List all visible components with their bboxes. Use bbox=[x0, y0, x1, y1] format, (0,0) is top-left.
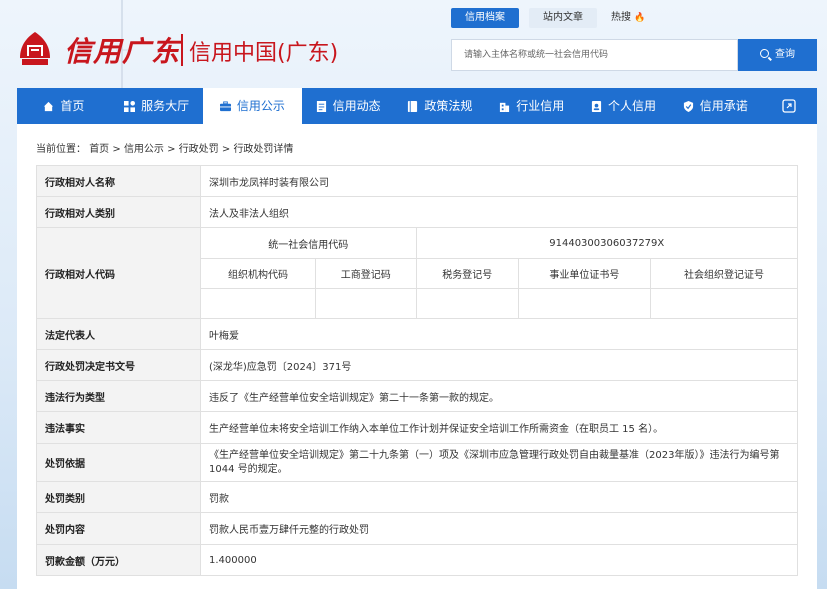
hot-search[interactable]: 热搜 🔥 bbox=[607, 8, 645, 28]
penalty-content-label: 处罚内容 bbox=[36, 512, 201, 545]
nav-label-industry: 行业信用 bbox=[516, 99, 565, 113]
nav-label-home: 首页 bbox=[60, 99, 85, 113]
book-icon bbox=[408, 100, 418, 112]
main-nav: 首页 服务大厅 信用公示 信用动态 政策法规 行业信用 个人信用 信用承诺 bbox=[17, 88, 817, 124]
logo-divider bbox=[181, 34, 183, 66]
business-reg-value bbox=[314, 288, 417, 319]
institution-cert-value bbox=[517, 288, 651, 319]
building-icon bbox=[500, 102, 510, 112]
breadcrumb-home[interactable]: 首页 bbox=[89, 144, 109, 155]
tax-reg-header: 税务登记号 bbox=[415, 258, 519, 289]
table-row: 处罚类别 罚款 bbox=[36, 481, 798, 513]
site-header: 信用广东 信用中国(广东) 信用档案 站内文章 热搜 🔥 请输入主体名称或统一社… bbox=[0, 0, 827, 88]
search-tab-site-articles[interactable]: 站内文章 bbox=[529, 8, 597, 28]
content-panel: 当前位置： 首页 > 信用公示 > 行政处罚 > 行政处罚详情 行政相对人名称 … bbox=[17, 124, 817, 589]
penalty-content-value: 罚款人民币壹万肆仟元整的行政处罚 bbox=[200, 512, 798, 545]
person-card-icon bbox=[591, 100, 602, 112]
logo-script-text: 信用广东 bbox=[64, 35, 181, 68]
nav-label-commitment: 信用承诺 bbox=[699, 99, 748, 113]
home-icon bbox=[44, 101, 54, 111]
table-row: 罚款金额（万元） 1.400000 bbox=[36, 544, 798, 576]
nav-item-policy[interactable]: 政策法规 bbox=[394, 88, 486, 124]
table-row: 违法行为类型 违反了《生产经营单位安全培训规定》第二十一条第一款的规定。 bbox=[36, 380, 798, 412]
search-tabs: 信用档案 站内文章 热搜 🔥 bbox=[451, 8, 645, 28]
violation-type-label: 违法行为类型 bbox=[36, 380, 201, 412]
decision-label: 行政处罚决定书文号 bbox=[36, 349, 201, 381]
violation-fact-value: 生产经营单位未将安全培训工作纳入本单位工作计划并保证安全培训工作所需资金（在职员… bbox=[200, 411, 798, 444]
code-label: 行政相对人代码 bbox=[36, 227, 201, 319]
external-link-icon bbox=[782, 99, 796, 113]
shield-icon bbox=[683, 100, 693, 112]
category-value: 法人及非法人组织 bbox=[200, 196, 798, 228]
penalty-detail-table: 行政相对人名称 深圳市龙凤祥时装有限公司 行政相对人类别 法人及非法人组织 行政… bbox=[36, 165, 799, 576]
search-button-label: 查询 bbox=[775, 49, 795, 60]
table-row: 处罚依据 《生产经营单位安全培训规定》第二十九条第（一）项及《深圳市应急管理行政… bbox=[36, 443, 798, 482]
nav-item-credit-public[interactable]: 信用公示 bbox=[202, 88, 303, 124]
business-reg-header: 工商登记码 bbox=[314, 258, 417, 289]
uscc-label: 统一社会信用代码 bbox=[200, 227, 417, 259]
penalty-type-value: 罚款 bbox=[200, 481, 798, 513]
amount-value: 1.400000 bbox=[200, 544, 798, 576]
name-value: 深圳市龙凤祥时装有限公司 bbox=[200, 165, 798, 197]
search-button[interactable]: 查询 bbox=[738, 39, 817, 71]
breadcrumb-prefix: 当前位置： bbox=[36, 144, 86, 155]
flame-icon: 🔥 bbox=[634, 13, 646, 23]
nav-item-commitment[interactable]: 信用承诺 bbox=[669, 88, 761, 124]
amount-label: 罚款金额（万元） bbox=[36, 544, 201, 576]
rep-label: 法定代表人 bbox=[36, 318, 201, 350]
nav-label-credit-public: 信用公示 bbox=[236, 99, 285, 113]
social-org-header: 社会组织登记证号 bbox=[649, 258, 799, 289]
nav-label-service-hall: 服务大厅 bbox=[141, 99, 190, 113]
name-label: 行政相对人名称 bbox=[36, 165, 201, 197]
category-label: 行政相对人类别 bbox=[36, 196, 201, 228]
nav-item-service-hall[interactable]: 服务大厅 bbox=[111, 88, 203, 124]
search-input[interactable]: 请输入主体名称或统一社会信用代码 bbox=[451, 39, 738, 71]
social-org-value bbox=[649, 288, 799, 319]
table-row: 行政相对人类别 法人及非法人组织 bbox=[36, 196, 798, 228]
org-code-header: 组织机构代码 bbox=[200, 258, 316, 289]
grid-icon bbox=[124, 100, 136, 112]
violation-type-value: 违反了《生产经营单位安全培训规定》第二十一条第一款的规定。 bbox=[200, 380, 798, 412]
logo-emblem-icon bbox=[20, 32, 50, 65]
breadcrumb: 当前位置： 首页 > 信用公示 > 行政处罚 > 行政处罚详情 bbox=[36, 144, 294, 155]
nav-item-personal[interactable]: 个人信用 bbox=[578, 88, 670, 124]
violation-fact-label: 违法事实 bbox=[36, 411, 201, 444]
breadcrumb-penalty[interactable]: 行政处罚 bbox=[179, 144, 219, 155]
nav-item-home[interactable]: 首页 bbox=[17, 88, 111, 124]
table-row: 处罚内容 罚款人民币壹万肆仟元整的行政处罚 bbox=[36, 512, 798, 545]
table-row: 行政相对人代码 统一社会信用代码 91440300306037279X bbox=[36, 227, 799, 319]
table-row: 行政相对人名称 深圳市龙凤祥时装有限公司 bbox=[36, 165, 798, 197]
document-icon bbox=[316, 100, 326, 112]
nav-label-credit-news: 信用动态 bbox=[332, 99, 381, 113]
hot-search-label: 热搜 bbox=[611, 12, 631, 23]
nav-label-policy: 政策法规 bbox=[424, 99, 473, 113]
table-row: 行政处罚决定书文号 (深龙华)应急罚〔2024〕371号 bbox=[36, 349, 798, 381]
nav-item-industry[interactable]: 行业信用 bbox=[486, 88, 578, 124]
search-icon bbox=[760, 49, 769, 58]
nav-external-button[interactable] bbox=[761, 88, 817, 124]
institution-cert-header: 事业单位证书号 bbox=[517, 258, 651, 289]
breadcrumb-credit-public[interactable]: 信用公示 bbox=[124, 144, 164, 155]
basis-label: 处罚依据 bbox=[36, 443, 201, 482]
tax-reg-value bbox=[415, 288, 519, 319]
rep-value: 叶梅爱 bbox=[200, 318, 798, 350]
org-code-value bbox=[200, 288, 316, 319]
decision-value: (深龙华)应急罚〔2024〕371号 bbox=[200, 349, 798, 381]
uscc-value: 91440300306037279X bbox=[415, 227, 799, 259]
table-row: 法定代表人 叶梅爱 bbox=[36, 318, 798, 350]
briefcase-icon bbox=[219, 100, 231, 111]
nav-label-personal: 个人信用 bbox=[607, 99, 656, 113]
basis-value: 《生产经营单位安全培训规定》第二十九条第（一）项及《深圳市应急管理行政处罚自由裁… bbox=[200, 443, 798, 482]
logo-text: 信用中国(广东) bbox=[189, 41, 339, 66]
nav-item-credit-news[interactable]: 信用动态 bbox=[302, 88, 394, 124]
table-row: 违法事实 生产经营单位未将安全培训工作纳入本单位工作计划并保证安全培训工作所需资… bbox=[36, 411, 798, 444]
penalty-type-label: 处罚类别 bbox=[36, 481, 201, 513]
breadcrumb-penalty-detail: 行政处罚详情 bbox=[233, 144, 294, 155]
search-tab-credit-file[interactable]: 信用档案 bbox=[451, 8, 519, 28]
